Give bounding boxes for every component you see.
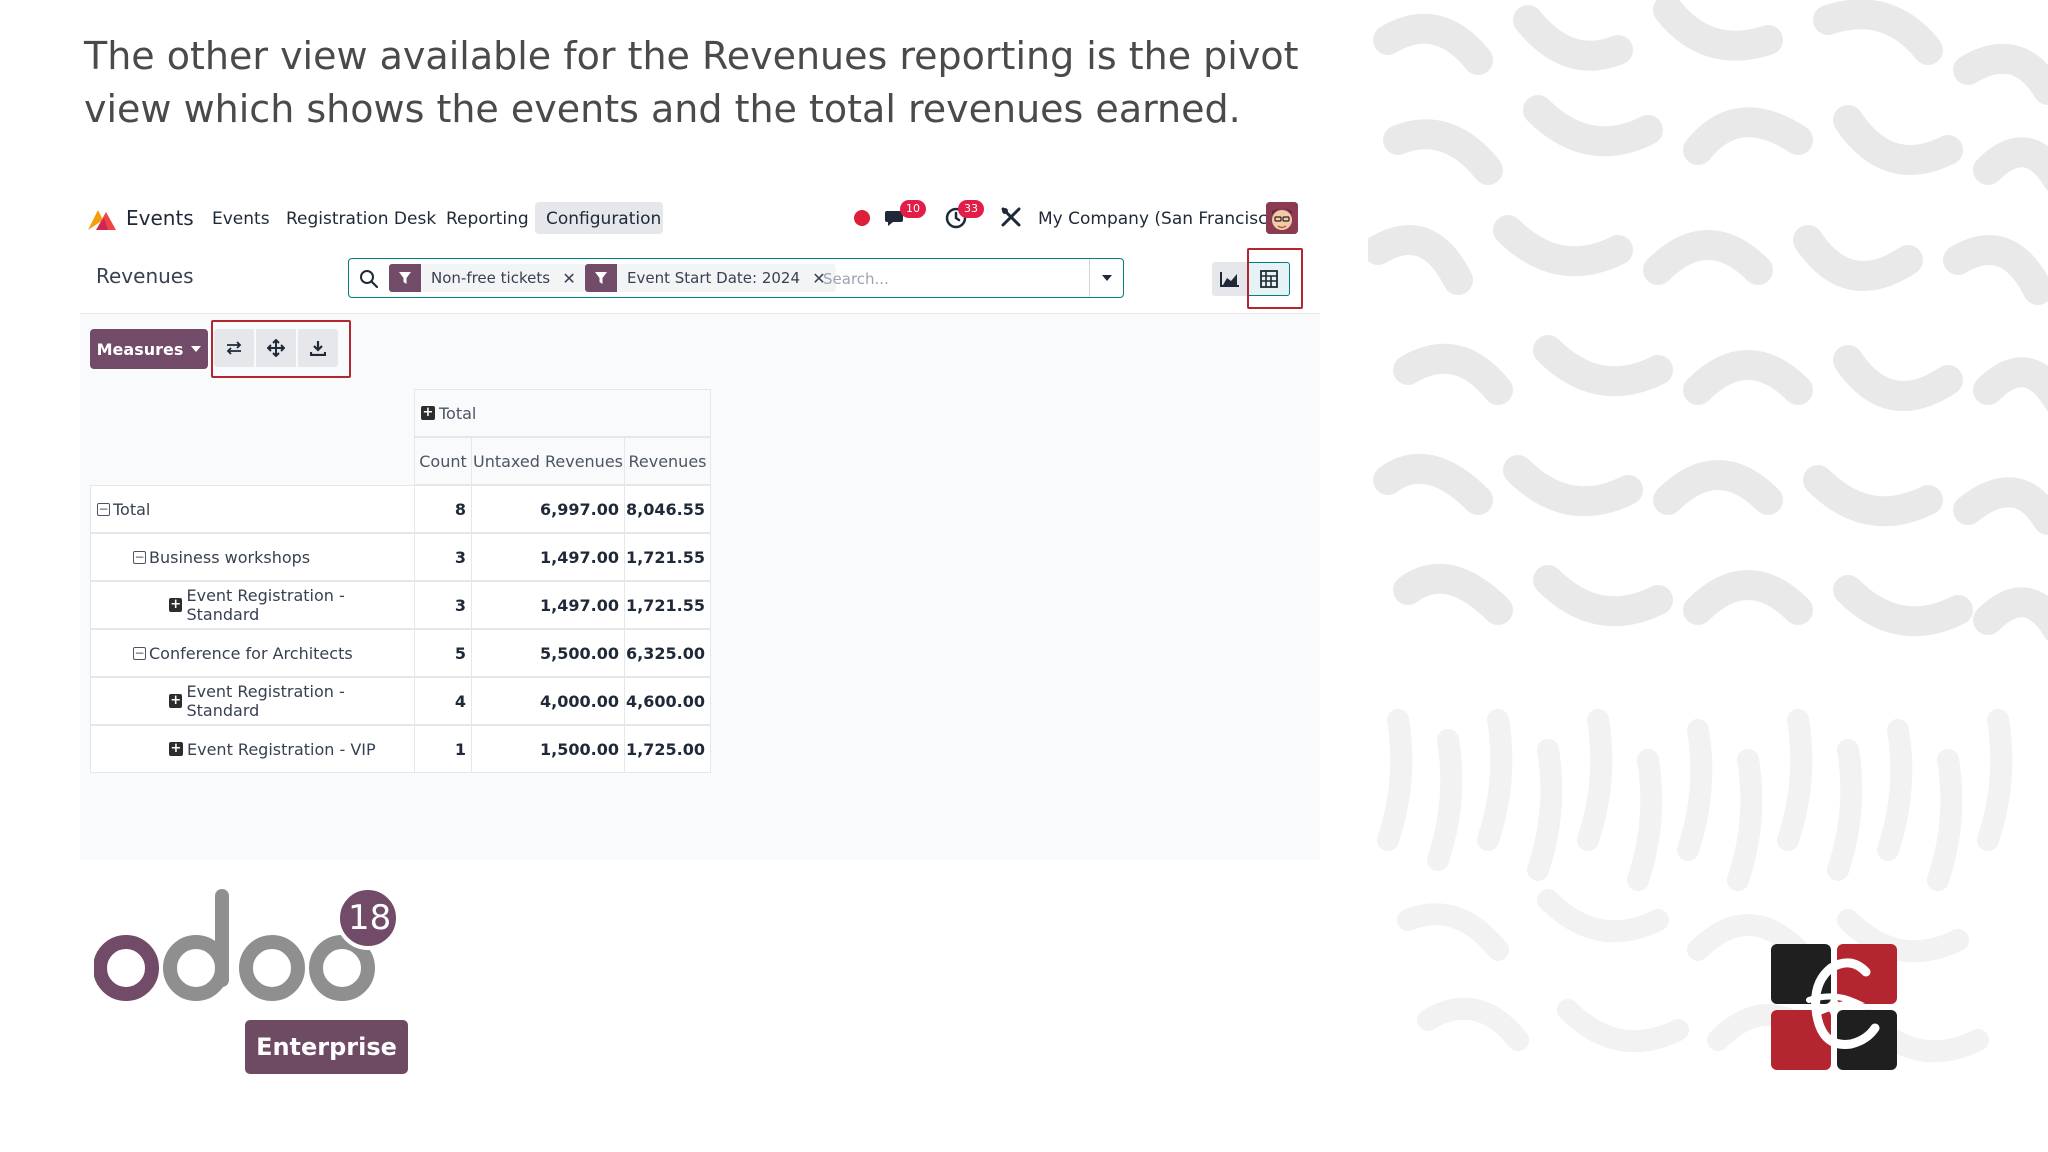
menu-reporting[interactable]: Reporting: [446, 209, 529, 229]
cell-revenues[interactable]: 1,725.00: [624, 725, 711, 773]
pivot-row-header[interactable]: + Event Registration - Standard: [90, 581, 414, 629]
collapse-row-icon[interactable]: −: [97, 502, 110, 516]
filter-icon: [389, 264, 421, 292]
pivot-row-header[interactable]: − Business workshops: [90, 533, 414, 581]
pivot-view-highlight-box: [1247, 248, 1303, 309]
app-name[interactable]: Events: [126, 206, 194, 230]
cell-untaxed-revenues[interactable]: 1,497.00: [471, 581, 624, 629]
breadcrumb[interactable]: Revenues: [96, 264, 194, 288]
cell-count[interactable]: 5: [414, 629, 471, 677]
company-switcher[interactable]: My Company (San Francisco): [1038, 209, 1284, 229]
cell-untaxed-revenues[interactable]: 5,500.00: [471, 629, 624, 677]
row-label: Business workshops: [149, 547, 311, 567]
cell-untaxed-revenues[interactable]: 4,000.00: [471, 677, 624, 725]
slide-heading: The other view available for the Revenue…: [84, 34, 1299, 131]
menu-registration-desk[interactable]: Registration Desk: [286, 209, 436, 229]
enterprise-badge: Enterprise: [245, 1020, 408, 1074]
cell-revenues[interactable]: 4,600.00: [624, 677, 711, 725]
measure-header-count[interactable]: Count: [414, 437, 471, 485]
cell-count[interactable]: 8: [414, 485, 471, 533]
caret-down-icon: [1101, 275, 1112, 281]
collapse-row-icon[interactable]: −: [133, 646, 146, 660]
expand-row-icon[interactable]: +: [169, 742, 183, 756]
pivot-row-header[interactable]: − Total: [90, 485, 414, 533]
cell-revenues[interactable]: 1,721.55: [624, 581, 711, 629]
slide: The other view available for the Revenue…: [0, 0, 2048, 1152]
search-input[interactable]: [823, 265, 1073, 293]
version-number: 18: [348, 898, 392, 938]
measures-label: Measures: [96, 339, 184, 359]
cell-untaxed-revenues[interactable]: 1,500.00: [471, 725, 624, 773]
tools-icon[interactable]: [999, 205, 1023, 229]
graph-view-button[interactable]: [1212, 262, 1248, 296]
expand-row-icon[interactable]: +: [169, 598, 183, 612]
caret-down-icon: [191, 346, 202, 352]
pivot-col-header-total[interactable]: + Total: [414, 389, 711, 437]
row-label: Total: [113, 499, 151, 519]
user-avatar[interactable]: [1266, 202, 1298, 234]
cell-count[interactable]: 1: [414, 725, 471, 773]
measure-header-untaxed-revenues[interactable]: Untaxed Revenues: [471, 437, 624, 485]
messages-badge: 10: [900, 200, 926, 218]
row-label: Event Registration - VIP: [187, 739, 376, 759]
menu-configuration[interactable]: Configuration: [546, 209, 661, 229]
cell-untaxed-revenues[interactable]: 6,997.00: [471, 485, 624, 533]
facet-event-start-date[interactable]: Event Start Date: 2024 ✕: [585, 264, 836, 292]
cell-count[interactable]: 4: [414, 677, 471, 725]
search-bar[interactable]: Non-free tickets ✕ Event Start Date: 202…: [348, 258, 1124, 298]
events-app-icon[interactable]: [86, 206, 118, 232]
collapse-row-icon[interactable]: −: [133, 550, 146, 564]
facet-label: Event Start Date: 2024: [627, 269, 800, 287]
facet-non-free-tickets[interactable]: Non-free tickets ✕: [389, 264, 587, 292]
pivot-corner: [90, 389, 414, 485]
cell-revenues[interactable]: 6,325.00: [624, 629, 711, 677]
cell-count[interactable]: 3: [414, 581, 471, 629]
search-options-toggle[interactable]: [1089, 259, 1123, 297]
cell-revenues[interactable]: 1,721.55: [624, 533, 711, 581]
measure-header-revenues[interactable]: Revenues: [624, 437, 711, 485]
cell-revenues[interactable]: 8,046.55: [624, 485, 711, 533]
col-header-label: Total: [439, 403, 477, 423]
pivot-row-header[interactable]: + Event Registration - VIP: [90, 725, 414, 773]
odoo-app-screenshot: Events Events Registration Desk Reportin…: [80, 196, 1320, 860]
activities-badge: 33: [958, 200, 984, 218]
top-navbar: Events Events Registration Desk Reportin…: [80, 196, 1320, 242]
toolbar-highlight-box: [211, 320, 351, 378]
area-chart-icon: [1220, 272, 1239, 287]
record-status-icon[interactable]: [854, 210, 870, 226]
expand-header-icon: +: [421, 405, 435, 420]
measures-dropdown-button[interactable]: Measures: [90, 329, 208, 369]
pivot-row-header[interactable]: − Conference for Architects: [90, 629, 414, 677]
cell-count[interactable]: 3: [414, 533, 471, 581]
pivot-row-header[interactable]: + Event Registration - Standard: [90, 677, 414, 725]
row-label: Event Registration - Standard: [186, 682, 345, 720]
remove-facet-icon[interactable]: ✕: [560, 269, 578, 288]
cell-untaxed-revenues[interactable]: 1,497.00: [471, 533, 624, 581]
row-label: Event Registration - Standard: [186, 586, 345, 624]
menu-events[interactable]: Events: [212, 209, 270, 229]
expand-row-icon[interactable]: +: [169, 694, 183, 708]
row-label: Conference for Architects: [149, 643, 353, 663]
facet-label: Non-free tickets: [431, 269, 551, 287]
filter-icon: [585, 264, 617, 292]
partner-logo: [1771, 944, 1897, 1070]
decorative-pattern: [1368, 0, 2048, 1152]
search-icon[interactable]: [359, 269, 379, 289]
